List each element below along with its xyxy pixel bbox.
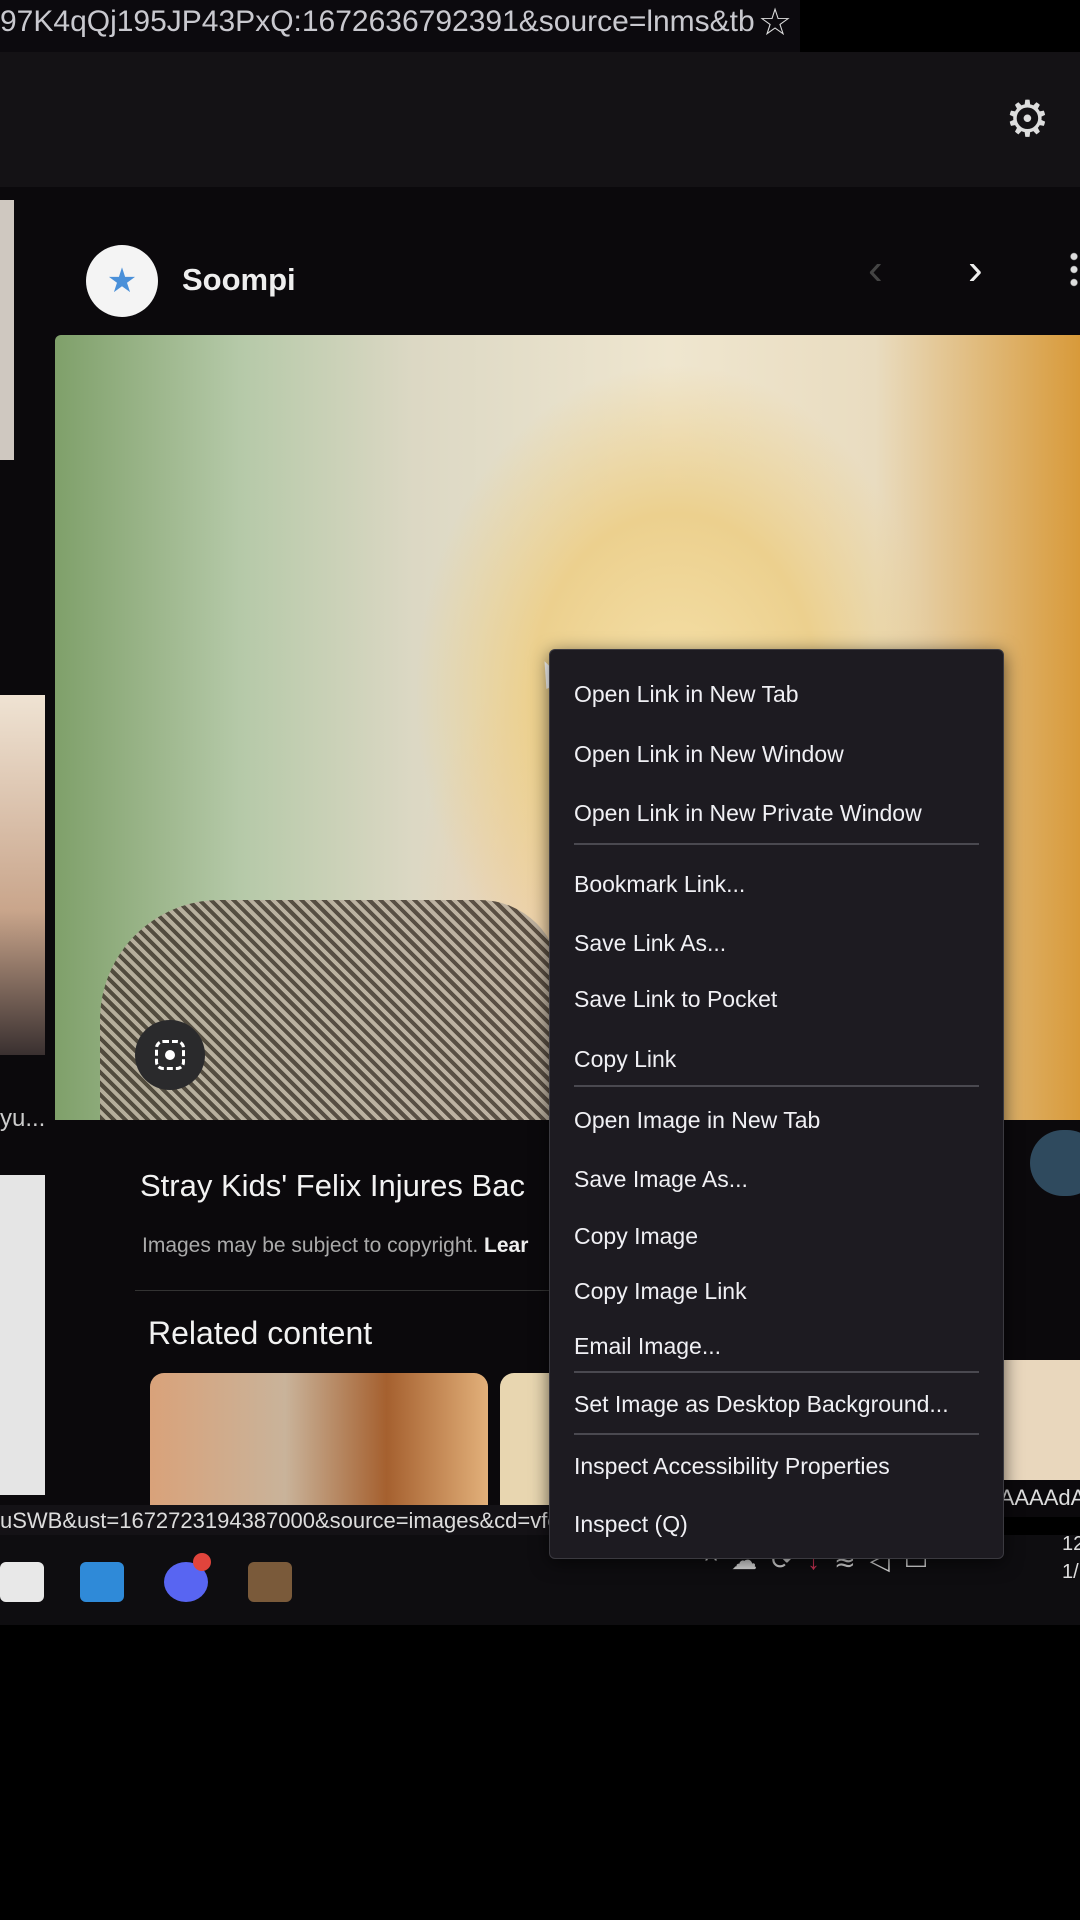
menu-open-link-new-window[interactable]: Open Link in New Window	[574, 741, 844, 768]
lens-icon[interactable]	[135, 1020, 205, 1090]
clock[interactable]: 12 1/	[1062, 1530, 1080, 1586]
related-heading: Related content	[148, 1315, 373, 1351]
source-name[interactable]: Soompi	[182, 262, 296, 298]
related-thumbnail[interactable]	[150, 1373, 488, 1513]
divider	[135, 1290, 555, 1291]
source-avatar[interactable]: ★	[86, 245, 158, 317]
menu-save-image-as[interactable]: Save Image As...	[574, 1166, 748, 1193]
left-caption: yu...	[0, 1105, 46, 1132]
left-thumbnail-3[interactable]	[0, 1175, 45, 1495]
store-icon[interactable]	[0, 1562, 44, 1602]
toolbar	[0, 52, 1080, 187]
left-thumbnail-1[interactable]	[0, 200, 14, 460]
kebab-icon[interactable]	[1070, 250, 1078, 290]
menu-set-desktop-background[interactable]: Set Image as Desktop Background...	[574, 1391, 949, 1418]
menu-save-link-as[interactable]: Save Link As...	[574, 930, 726, 957]
menu-separator	[574, 1371, 979, 1373]
menu-copy-image[interactable]: Copy Image	[574, 1223, 698, 1250]
gear-icon[interactable]: ⚙	[1005, 90, 1050, 148]
status-bar-url: uSWB&ust=1672723194387000&source=images&…	[0, 1505, 565, 1537]
menu-open-image-new-tab[interactable]: Open Image in New Tab	[574, 1107, 820, 1134]
chevron-left-icon[interactable]: ‹	[868, 245, 883, 295]
url-text: 97K4qQj195JP43PxQ:1672636792391&source=l…	[0, 5, 755, 38]
menu-copy-image-link[interactable]: Copy Image Link	[574, 1278, 747, 1305]
menu-copy-link[interactable]: Copy Link	[574, 1046, 676, 1073]
bookmark-star-icon[interactable]: ☆	[758, 0, 792, 45]
menu-open-link-new-tab[interactable]: Open Link in New Tab	[574, 681, 799, 708]
menu-separator	[574, 1433, 979, 1435]
address-bar[interactable]: 97K4qQj195JP43PxQ:1672636792391&source=l…	[0, 0, 800, 52]
menu-inspect[interactable]: Inspect (Q)	[574, 1511, 688, 1538]
menu-email-image[interactable]: Email Image...	[574, 1333, 721, 1360]
copyright-notice: Images may be subject to copyright. Lear	[142, 1234, 529, 1257]
menu-separator	[574, 843, 979, 845]
menu-save-link-pocket[interactable]: Save Link to Pocket	[574, 986, 777, 1013]
learn-more-link[interactable]: Lear	[484, 1234, 528, 1257]
menu-bookmark-link[interactable]: Bookmark Link...	[574, 871, 745, 898]
menu-open-link-private-window[interactable]: Open Link in New Private Window	[574, 800, 922, 827]
minecraft-icon[interactable]	[248, 1562, 292, 1602]
context-menu: Open Link in New Tab Open Link in New Wi…	[549, 649, 1004, 1559]
menu-inspect-accessibility[interactable]: Inspect Accessibility Properties	[574, 1453, 890, 1480]
menu-separator	[574, 1085, 979, 1087]
mail-icon[interactable]	[80, 1562, 124, 1602]
left-thumbnail-2[interactable]	[0, 695, 45, 1055]
notification-badge	[193, 1553, 211, 1571]
image-title[interactable]: Stray Kids' Felix Injures Bac	[140, 1168, 525, 1204]
star-icon: ★	[106, 262, 138, 300]
chevron-right-icon[interactable]: ›	[968, 245, 983, 295]
